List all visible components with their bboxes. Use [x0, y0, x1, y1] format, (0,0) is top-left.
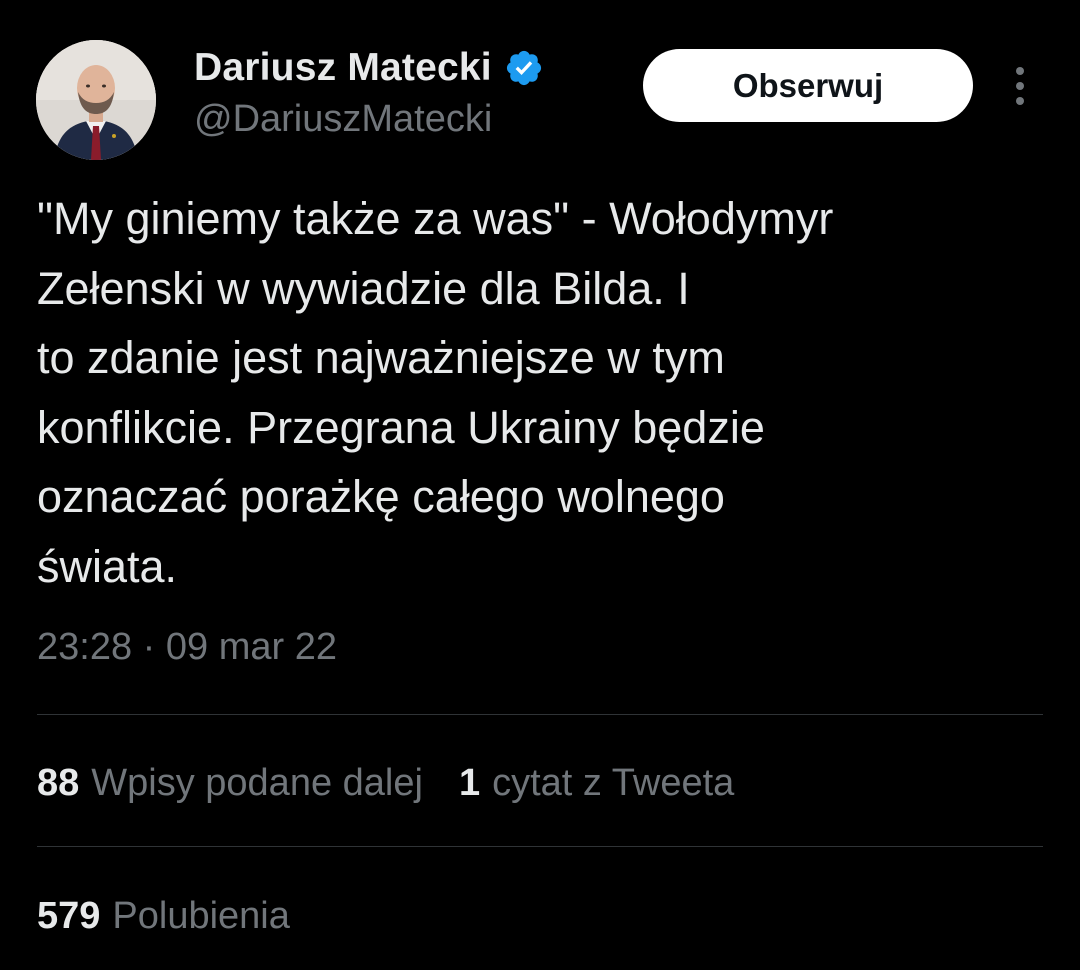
quotes-stat[interactable]: 1 cytat z Tweeta: [459, 762, 734, 805]
tweet-text-line: świata.: [37, 540, 178, 592]
avatar[interactable]: [36, 40, 156, 160]
tweet-text: "My giniemy także za was" - Wołodymyr Ze…: [37, 184, 1037, 601]
tweet-text-line: Zełenski w wywiadzie dla Bilda. I: [37, 262, 690, 314]
tweet-text-line: "My giniemy także za was" - Wołodymyr: [37, 193, 834, 244]
quotes-label: cytat z Tweeta: [492, 762, 735, 804]
follow-button[interactable]: Obserwuj: [643, 49, 973, 122]
divider: [37, 714, 1043, 715]
author-name-row: Dariusz Matecki: [194, 44, 544, 92]
tweet-timestamp[interactable]: 23:28 · 09 mar 22: [37, 626, 337, 669]
divider: [37, 846, 1043, 847]
tweet-text-line: konflikcie. Przegrana Ukrainy będzie: [37, 401, 765, 453]
retweets-label: Wpisy podane dalej: [91, 762, 423, 804]
profile-photo: [36, 40, 156, 160]
likes-stats-row: 579 Polubienia: [37, 895, 290, 938]
more-options-button[interactable]: [1000, 62, 1040, 110]
retweets-stat[interactable]: 88 Wpisy podane dalej: [37, 762, 423, 805]
tweet-text-line: to zdanie jest najważniejsze w tym: [37, 332, 725, 383]
more-vertical-icon: [1016, 67, 1024, 105]
verified-badge-icon[interactable]: [504, 48, 544, 88]
likes-count: 579: [37, 895, 101, 937]
user-handle[interactable]: @DariuszMatecki: [194, 98, 492, 141]
display-name[interactable]: Dariusz Matecki: [194, 46, 492, 90]
likes-stat[interactable]: 579 Polubienia: [37, 895, 290, 938]
tweet-text-line: oznaczać porażkę całego wolnego: [37, 471, 725, 522]
quotes-count: 1: [458, 762, 481, 804]
retweets-count: 88: [37, 762, 80, 804]
engagement-stats-row: 88 Wpisy podane dalej 1 cytat z Tweeta: [37, 762, 734, 805]
likes-label: Polubienia: [112, 895, 290, 937]
